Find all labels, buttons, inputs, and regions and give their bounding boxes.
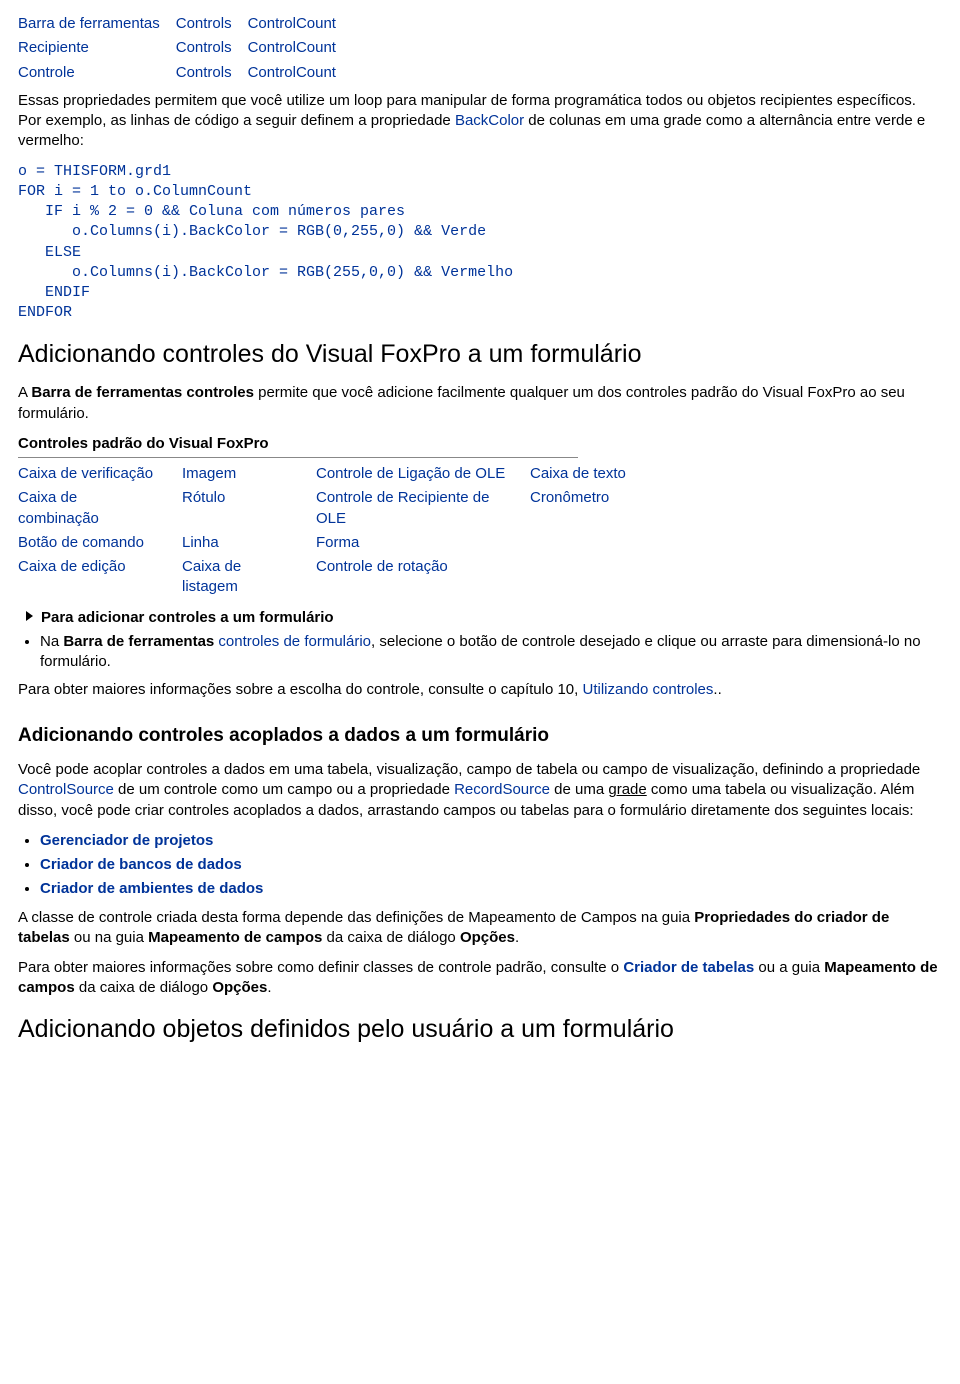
text: da caixa de diálogo <box>75 979 213 996</box>
text-bold: Opções <box>212 979 267 996</box>
cell: Controle de Recipiente de OLE <box>316 486 530 531</box>
bullet-list: Na Barra de ferramentas controles de for… <box>40 632 942 673</box>
link-form-controls[interactable]: controles de formulário <box>214 633 371 650</box>
text: Para adicionar controles a um formulário <box>41 609 334 626</box>
text: A classe de controle criada desta forma … <box>18 909 694 926</box>
procedure-heading: Para adicionar controles a um formulário <box>26 608 942 628</box>
text: A <box>18 384 31 401</box>
cell: Caixa de listagem <box>182 555 316 600</box>
table-row: Botão de comando Linha Forma <box>18 531 694 555</box>
link-database-designer[interactable]: Criador de bancos de dados <box>40 856 242 873</box>
cell: Caixa de texto <box>530 462 694 486</box>
text: ou na guia <box>70 929 148 946</box>
cell: Botão de comando <box>18 531 182 555</box>
table-row: Caixa de edição Caixa de listagem Contro… <box>18 555 694 600</box>
cell: ControlCount <box>248 61 352 85</box>
table-row: Controle Controls ControlCount <box>18 61 352 85</box>
cell: Controls <box>176 61 248 85</box>
cell: Recipiente <box>18 36 176 60</box>
cell <box>530 531 694 555</box>
table-row: Caixa de verificação Imagem Controle de … <box>18 462 694 486</box>
heading-add-controls: Adicionando controles do Visual FoxPro a… <box>18 338 942 372</box>
triangle-icon <box>26 611 33 621</box>
text-bold: Opções <box>460 929 515 946</box>
cell: Controle de Ligação de OLE <box>316 462 530 486</box>
cell: Controls <box>176 12 248 36</box>
text: da caixa de diálogo <box>322 929 460 946</box>
cell: ControlCount <box>248 12 352 36</box>
cell: Linha <box>182 531 316 555</box>
text: de uma <box>550 781 608 798</box>
link-project-manager[interactable]: Gerenciador de projetos <box>40 832 213 849</box>
paragraph-add-controls: A Barra de ferramentas controles permite… <box>18 383 942 424</box>
cell: Controle <box>18 61 176 85</box>
cell: Cronômetro <box>530 486 694 531</box>
list-item: Criador de ambientes de dados <box>40 879 942 899</box>
heading-bound-controls: Adicionando controles acoplados a dados … <box>18 723 942 749</box>
table-row: Barra de ferramentas Controls ControlCou… <box>18 12 352 36</box>
paragraph-more-info-2: Para obter maiores informações sobre com… <box>18 958 942 999</box>
cell: Caixa de combinação <box>18 486 182 531</box>
text: ou a guia <box>754 959 824 976</box>
paragraph-more-info: Para obter maiores informações sobre a e… <box>18 680 942 700</box>
cell: Controls <box>176 36 248 60</box>
text: Você pode acoplar controles a dados em u… <box>18 761 920 778</box>
cell: Barra de ferramentas <box>18 12 176 36</box>
container-properties-table: Barra de ferramentas Controls ControlCou… <box>18 12 352 85</box>
standard-controls-label: Controles padrão do Visual FoxPro <box>18 434 578 458</box>
text-bold: Barra de ferramentas controles <box>31 384 254 401</box>
cell: Imagem <box>182 462 316 486</box>
text: .. <box>713 681 721 698</box>
list-item: Gerenciador de projetos <box>40 831 942 851</box>
text: de um controle como um campo ou a propri… <box>114 781 454 798</box>
text: Na <box>40 633 63 650</box>
list-item: Na Barra de ferramentas controles de for… <box>40 632 942 673</box>
intro-paragraph: Essas propriedades permitem que você uti… <box>18 91 942 152</box>
link-recordsource[interactable]: RecordSource <box>454 781 550 798</box>
link-grade[interactable]: grade <box>608 781 646 798</box>
cell: Forma <box>316 531 530 555</box>
text-bold: Barra de ferramentas <box>63 633 214 650</box>
cell: Caixa de verificação <box>18 462 182 486</box>
cell: Controle de rotação <box>316 555 530 600</box>
cell: Rótulo <box>182 486 316 531</box>
text-bold: Mapeamento de campos <box>148 929 322 946</box>
list-item: Criador de bancos de dados <box>40 855 942 875</box>
table-row: Recipiente Controls ControlCount <box>18 36 352 60</box>
code-block: o = THISFORM.grd1 FOR i = 1 to o.ColumnC… <box>18 162 942 324</box>
heading-user-objects: Adicionando objetos definidos pelo usuár… <box>18 1013 942 1047</box>
paragraph-bound: Você pode acoplar controles a dados em u… <box>18 760 942 821</box>
link-controlsource[interactable]: ControlSource <box>18 781 114 798</box>
link-table-designer[interactable]: Criador de tabelas <box>623 959 754 976</box>
link-backcolor[interactable]: BackColor <box>455 112 524 129</box>
paragraph-class: A classe de controle criada desta forma … <box>18 908 942 949</box>
cell: Caixa de edição <box>18 555 182 600</box>
cell: ControlCount <box>248 36 352 60</box>
text: . <box>267 979 271 996</box>
text: . <box>515 929 519 946</box>
cell <box>530 555 694 600</box>
link-using-controls[interactable]: Utilizando controles <box>583 681 714 698</box>
text: Para obter maiores informações sobre a e… <box>18 681 583 698</box>
table-row: Caixa de combinação Rótulo Controle de R… <box>18 486 694 531</box>
sources-list: Gerenciador de projetos Criador de banco… <box>40 831 942 900</box>
standard-controls-table: Caixa de verificação Imagem Controle de … <box>18 462 694 600</box>
link-data-environment[interactable]: Criador de ambientes de dados <box>40 880 263 897</box>
text: Para obter maiores informações sobre com… <box>18 959 623 976</box>
